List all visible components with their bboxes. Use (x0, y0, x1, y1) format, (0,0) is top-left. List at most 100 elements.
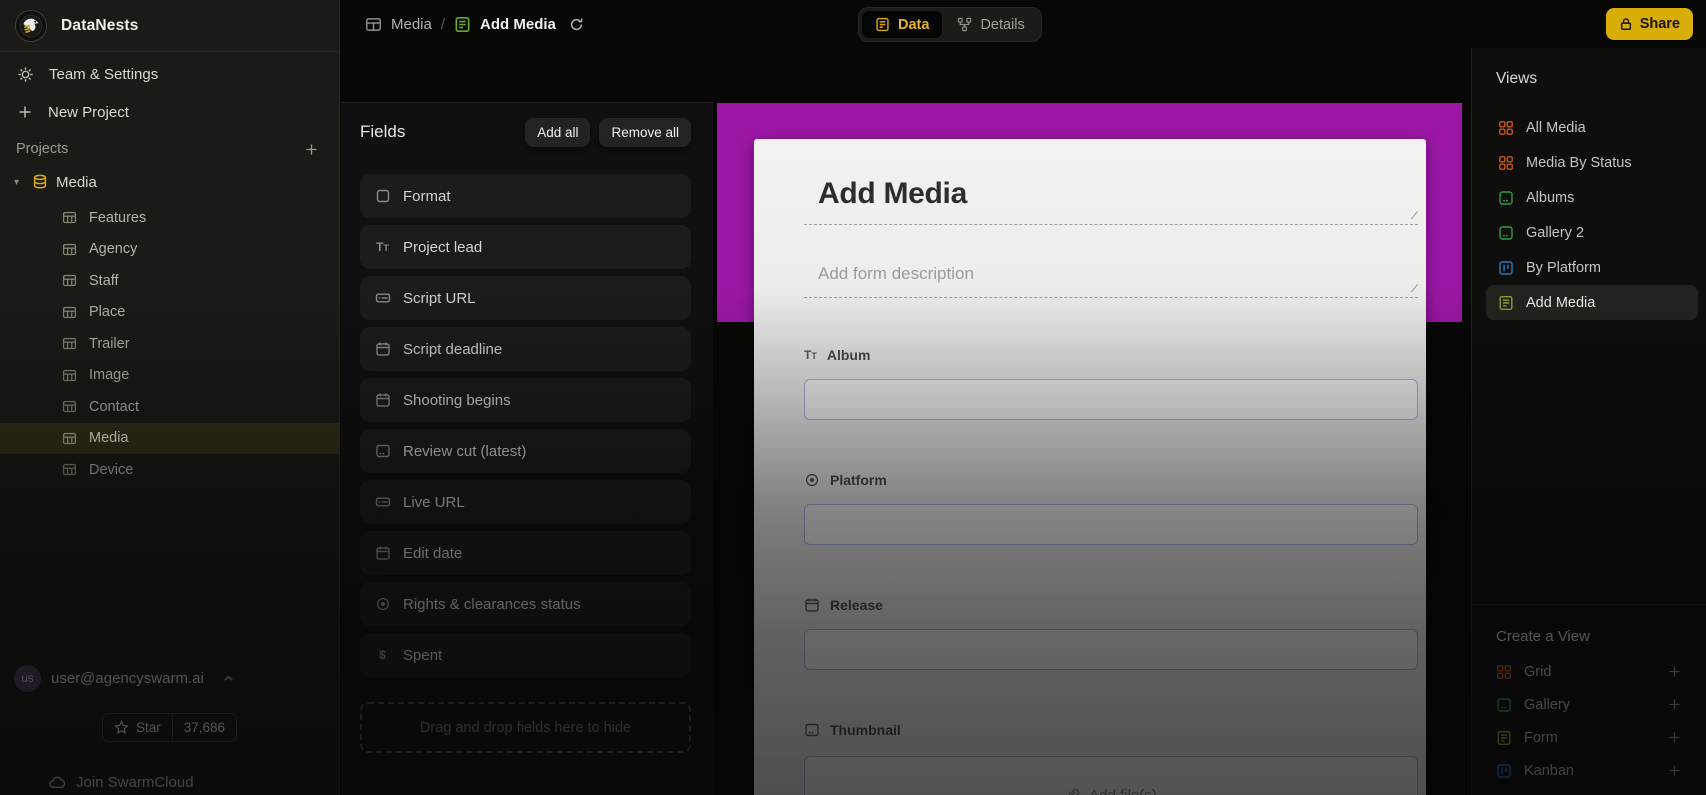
field-card[interactable]: Live URL (360, 480, 691, 524)
kanban-icon (1496, 763, 1512, 779)
field-card[interactable]: Edit date (360, 531, 691, 575)
add-all-button[interactable]: Add all (525, 118, 590, 147)
dropzone-label: Drag and drop fields here to hide (420, 720, 631, 736)
table-icon (62, 210, 77, 225)
form-card: Add Media ∕∕ Add form description ∕∕ TTA… (754, 139, 1426, 795)
sidebar-table-image[interactable]: Image (0, 360, 339, 392)
form-description-block[interactable]: Add form description ∕∕ (804, 225, 1418, 298)
tab-details[interactable]: Details (944, 11, 1037, 38)
create-view-label: Kanban (1524, 763, 1574, 779)
grid-icon (1498, 120, 1514, 136)
file-icon (804, 722, 820, 738)
star-count[interactable]: 37,686 (172, 714, 236, 741)
sidebar-table-agency[interactable]: Agency (0, 234, 339, 266)
table-icon (62, 242, 77, 257)
table-label: Trailer (89, 336, 130, 352)
create-view-form[interactable]: Form (1496, 721, 1682, 754)
field-card[interactable]: Review cut (latest) (360, 429, 691, 473)
grid-icon (1498, 155, 1514, 171)
star-label: Star (136, 720, 161, 735)
field-card[interactable]: Format (360, 174, 691, 218)
table-icon (62, 368, 77, 383)
add-project-icon[interactable] (304, 142, 319, 157)
view-item-media-by-status[interactable]: Media By Status (1486, 145, 1698, 180)
refresh-icon[interactable] (569, 17, 584, 32)
view-item-gallery-2[interactable]: Gallery 2 (1486, 215, 1698, 250)
join-swarmcloud-link[interactable]: Join SwarmCloud (14, 774, 325, 791)
form-field-group: Release (804, 598, 1418, 670)
create-view-plus-icon[interactable] (1667, 664, 1682, 679)
form-field-group: Platform (804, 473, 1418, 545)
create-view-kanban[interactable]: Kanban (1496, 754, 1682, 787)
form-field-input[interactable] (804, 379, 1418, 420)
brand-logo-icon (14, 9, 48, 43)
form-field-input[interactable] (804, 504, 1418, 545)
create-view-plus-icon[interactable] (1667, 763, 1682, 778)
sidebar-table-place[interactable]: Place (0, 297, 339, 329)
form-field-input[interactable] (804, 629, 1418, 670)
view-item-add-media[interactable]: Add Media (1486, 285, 1698, 320)
form-field-label: Thumbnail (804, 723, 1418, 737)
sidebar-table-device[interactable]: Device (0, 454, 339, 486)
fields-title: Fields (360, 122, 405, 142)
project-tables-list: FeaturesAgencyStaffPlace Trailer Image Cont… (0, 202, 339, 486)
add-files-box[interactable]: Add file(s) (804, 756, 1418, 795)
field-card[interactable]: Script deadline (360, 327, 691, 371)
github-star-widget[interactable]: Star 37,686 (102, 713, 237, 742)
hide-fields-dropzone[interactable]: Drag and drop fields here to hide (360, 702, 691, 753)
table-icon (62, 336, 77, 351)
field-label: Edit date (403, 545, 462, 562)
gallery-icon (1496, 697, 1512, 713)
create-view-gallery[interactable]: Gallery (1496, 688, 1682, 721)
view-item-all-media[interactable]: All Media (1486, 110, 1698, 145)
sidebar-table-staff[interactable]: Staff (0, 265, 339, 297)
sidebar-item-team-settings[interactable]: Team & Settings (0, 55, 339, 93)
star-icon (114, 720, 129, 735)
table-label: Contact (89, 399, 139, 415)
view-item-albums[interactable]: Albums (1486, 180, 1698, 215)
date-icon (374, 392, 391, 408)
create-view-plus-icon[interactable] (1667, 697, 1682, 712)
field-card[interactable]: Script URL (360, 276, 691, 320)
tab-data[interactable]: Data (862, 11, 942, 38)
remove-all-button[interactable]: Remove all (599, 118, 691, 147)
breadcrumb-table[interactable]: Media (391, 16, 432, 33)
sidebar-header: DataNests (0, 0, 339, 52)
user-menu[interactable]: us user@agencyswarm.ai (14, 665, 325, 692)
breadcrumb-view[interactable]: Add Media (480, 16, 556, 33)
sidebar-table-features[interactable]: Features (0, 202, 339, 234)
avatar: us (14, 665, 41, 692)
create-view-list: GridGalleryForm Kanban (1496, 655, 1682, 787)
caret-down-icon[interactable]: ▾ (14, 177, 24, 188)
table-icon (62, 273, 77, 288)
share-button[interactable]: Share (1606, 8, 1693, 40)
form-description-placeholder[interactable]: Add form description (818, 264, 1418, 284)
projects-label: Projects (16, 141, 68, 157)
paperclip-icon (1065, 788, 1080, 795)
project-row-media[interactable]: ▾ Media (0, 167, 339, 197)
field-card[interactable]: Rights & clearances status (360, 582, 691, 626)
sidebar-table-contact[interactable]: Contact (0, 391, 339, 423)
create-view-plus-icon[interactable] (1667, 730, 1682, 745)
star-button[interactable]: Star (103, 714, 172, 741)
view-item-by-platform[interactable]: By Platform (1486, 250, 1698, 285)
brand-name: DataNests (61, 17, 139, 35)
create-view-grid[interactable]: Grid (1496, 655, 1682, 688)
field-card[interactable]: $Spent (360, 633, 691, 677)
view-label: All Media (1526, 120, 1586, 136)
sidebar-item-new-project[interactable]: New Project (0, 93, 339, 131)
field-list: Format TTProject lead Script URL Script dea… (360, 174, 691, 677)
form-fields: TTAlbumPlatformReleaseThumbnailAdd file(… (804, 348, 1418, 795)
field-card[interactable]: Shooting begins (360, 378, 691, 422)
file-icon (374, 443, 391, 459)
sidebar-table-media[interactable]: Media (0, 423, 339, 455)
field-card[interactable]: TTProject lead (360, 225, 691, 269)
plus-icon (17, 104, 33, 120)
form-title[interactable]: Add Media (818, 177, 1418, 211)
create-view-section: Create a View GridGalleryFormKanban (1472, 604, 1706, 795)
projects-header: Projects (0, 139, 339, 159)
form-title-block[interactable]: Add Media ∕∕ (804, 177, 1418, 225)
table-icon (62, 399, 77, 414)
sidebar-table-trailer[interactable]: Trailer (0, 328, 339, 360)
sidebar-nav: Team & Settings New Project Projects (0, 52, 339, 486)
